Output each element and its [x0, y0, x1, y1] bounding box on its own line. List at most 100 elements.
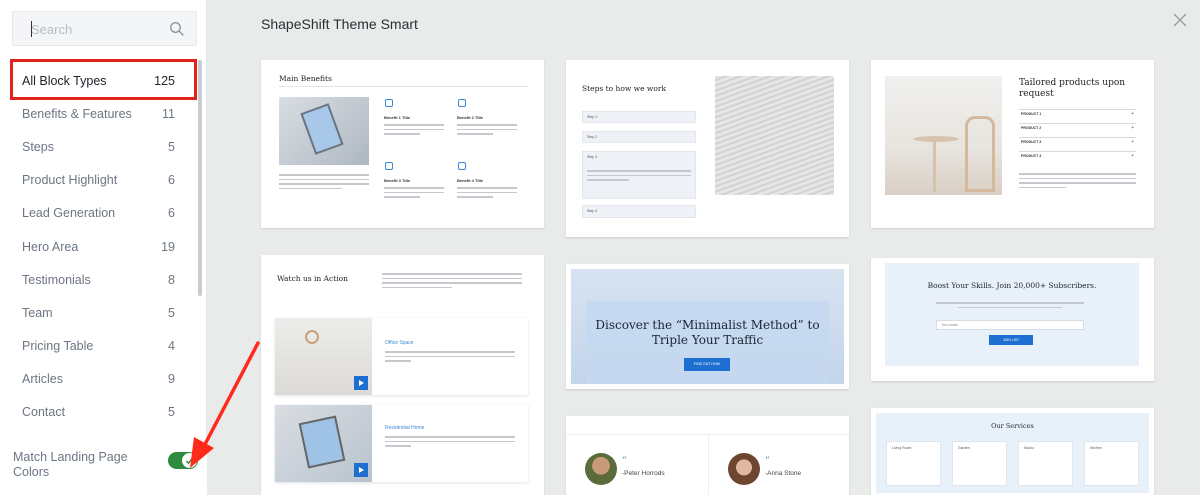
match-colors-toggle[interactable] — [168, 452, 198, 469]
card-title: Main Benefits — [279, 74, 332, 83]
category-count: 125 — [154, 73, 175, 88]
category-contact[interactable]: Contact 5 — [0, 396, 197, 429]
text-caret — [31, 21, 32, 37]
text-lines — [385, 351, 515, 365]
divider — [279, 86, 529, 87]
service-label: Living Room — [892, 446, 912, 450]
product-row: PRODUCT 3 + — [1019, 137, 1136, 147]
category-count: 5 — [168, 405, 175, 420]
category-label: Product Highlight — [22, 173, 118, 188]
category-all-block-types[interactable]: All Block Types 125 — [0, 64, 197, 97]
category-testimonials[interactable]: Testimonials 8 — [0, 263, 197, 296]
text-lines — [1019, 173, 1136, 191]
benefit-title: Benefit 3 Title — [384, 178, 411, 183]
category-list: All Block Types 125 Benefits & Features … — [0, 64, 197, 429]
product-row: PRODUCT 1 + — [1019, 109, 1136, 119]
category-product-highlight[interactable]: Product Highlight 6 — [0, 164, 197, 197]
block-card-tailored-products[interactable]: Tailored products upon request PRODUCT 1… — [871, 60, 1154, 228]
service-label: Studio — [1024, 446, 1034, 450]
step-item: Step 4 — [582, 205, 696, 218]
block-card-main-benefits[interactable]: Main Benefits Benefit 1 Title Benefit 2 … — [261, 60, 544, 228]
email-field: Your email — [936, 320, 1084, 330]
tablet-shape — [298, 415, 346, 469]
category-label: Contact — [22, 405, 66, 420]
category-pricing-table[interactable]: Pricing Table 4 — [0, 330, 197, 363]
category-count: 6 — [168, 173, 175, 188]
step-label: Step 3 — [587, 155, 598, 159]
staircase-image — [715, 76, 834, 195]
step-item-expanded: Step 3 — [582, 151, 696, 199]
service-column: Studio — [1018, 441, 1073, 486]
text-lines — [279, 174, 369, 192]
product-row: PRODUCT 4 + — [1019, 151, 1136, 161]
block-card-minimalist-hero[interactable]: Discover the “Minimalist Method” to Trip… — [566, 264, 849, 389]
match-colors-row: Match Landing Page Colors — [0, 440, 207, 495]
feature-label: Residential Home — [385, 425, 425, 431]
category-count: 4 — [168, 339, 175, 354]
category-articles[interactable]: Articles 9 — [0, 363, 197, 396]
category-count: 9 — [168, 372, 175, 387]
page-title: ShapeShift Theme Smart — [261, 16, 418, 32]
join-list-button: JOIN LIST — [989, 335, 1033, 345]
block-card-watch-action[interactable]: Watch us in Action Office Space Resident… — [261, 255, 544, 495]
avatar — [728, 453, 760, 485]
step-item: Step 2 — [582, 131, 696, 143]
benefit-title: Benefit 2 Title — [457, 115, 484, 120]
plus-icon: + — [1131, 111, 1134, 117]
text-lines — [936, 302, 1084, 308]
diamond-icon — [385, 99, 393, 107]
category-count: 5 — [168, 305, 175, 320]
play-icon[interactable] — [354, 463, 368, 477]
category-label: Team — [22, 305, 53, 320]
close-icon[interactable] — [1172, 12, 1188, 28]
search-box[interactable] — [12, 11, 197, 46]
testimonial-name: -Peter Horrods — [622, 470, 665, 477]
furniture-image — [885, 76, 1002, 195]
clock-shape — [305, 330, 319, 344]
subscribe-background — [885, 263, 1139, 366]
block-card-steps[interactable]: Steps to how we work Step 1 Step 2 Step … — [566, 60, 849, 237]
benefit-title: Benefit 4 Title — [457, 178, 484, 183]
match-colors-label: Match Landing Page Colors — [13, 450, 128, 479]
category-label: Lead Generation — [22, 206, 116, 221]
subscribe-title: Boost Your Skills. Join 20,000+ Subscrib… — [927, 281, 1097, 290]
toggle-knob — [182, 453, 197, 468]
search-input[interactable] — [31, 20, 171, 38]
category-team[interactable]: Team 5 — [0, 296, 197, 329]
text-lines — [382, 273, 522, 291]
quote-icon: “ — [765, 456, 770, 466]
text-lines — [587, 170, 691, 184]
divider — [708, 434, 709, 495]
service-label: Garden — [958, 446, 970, 450]
text-lines — [385, 436, 515, 450]
chair-shape — [965, 116, 995, 192]
table-shape — [913, 136, 959, 142]
service-label: Kitchen — [1090, 446, 1102, 450]
feature-residential-home: Residential Home — [275, 405, 528, 482]
feature-office-space: Office Space — [275, 318, 528, 395]
email-placeholder: Your email — [941, 323, 958, 327]
search-icon[interactable] — [169, 21, 185, 37]
check-icon — [185, 457, 194, 465]
block-card-testimonials[interactable]: “ -Peter Horrods “ -Anna Stone — [566, 416, 849, 495]
feature-label: Office Space — [385, 340, 414, 346]
service-column: Garden — [952, 441, 1007, 486]
category-count: 19 — [161, 239, 175, 254]
product-label: PRODUCT 1 — [1021, 112, 1042, 116]
block-card-subscribe[interactable]: Boost Your Skills. Join 20,000+ Subscrib… — [871, 258, 1154, 381]
product-label: PRODUCT 2 — [1021, 126, 1042, 130]
category-hero-area[interactable]: Hero Area 19 — [0, 230, 197, 263]
sidebar-scrollbar[interactable] — [198, 60, 202, 296]
block-card-services[interactable]: Our Services Living Room Garden Studio K… — [871, 408, 1154, 495]
play-icon[interactable] — [354, 376, 368, 390]
text-lines — [384, 187, 444, 201]
card-title: Steps to how we work — [582, 84, 666, 93]
card-title: Tailored products upon request — [1019, 78, 1126, 99]
category-count: 5 — [168, 139, 175, 154]
category-benefits-features[interactable]: Benefits & Features 11 — [0, 97, 197, 130]
category-steps[interactable]: Steps 5 — [0, 130, 197, 163]
bag-icon — [458, 162, 466, 170]
plus-icon: + — [1131, 125, 1134, 131]
category-label: Articles — [22, 372, 63, 387]
category-lead-generation[interactable]: Lead Generation 6 — [0, 197, 197, 230]
